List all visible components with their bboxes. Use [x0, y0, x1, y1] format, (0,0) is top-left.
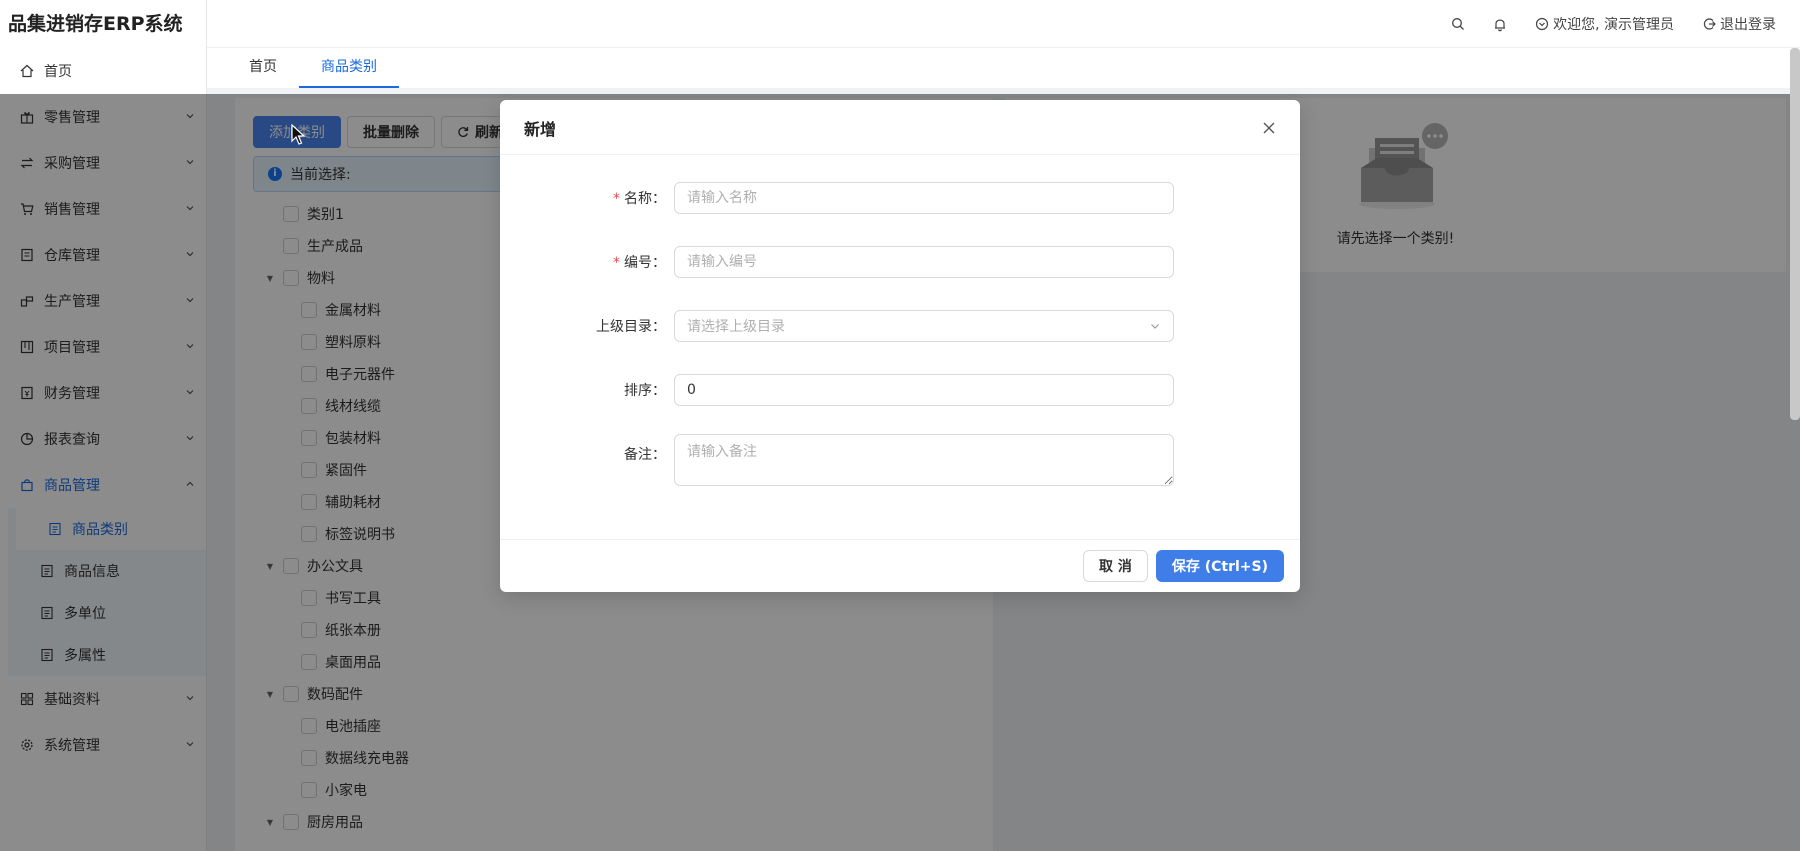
- user-menu[interactable]: 欢迎您, 演示管理员: [1535, 14, 1674, 34]
- logout-button[interactable]: 退出登录: [1702, 14, 1776, 34]
- save-button[interactable]: 保存 (Ctrl+S): [1155, 550, 1284, 582]
- dialog-footer: 取 消 保存 (Ctrl+S): [500, 539, 1300, 592]
- app-title: 品集进销存ERP系统: [8, 13, 183, 35]
- name-input[interactable]: [674, 182, 1174, 214]
- sort-input[interactable]: [674, 374, 1174, 406]
- form-row-name: * 名称：: [500, 182, 1300, 214]
- page-scrollbar[interactable]: [1790, 48, 1800, 420]
- parent-label: 上级目录：: [596, 319, 666, 335]
- name-label: * 名称：: [613, 191, 666, 207]
- chevron-down-icon: [1151, 324, 1159, 329]
- notification-button[interactable]: [1493, 17, 1507, 32]
- search-button[interactable]: [1451, 17, 1465, 31]
- parent-select-placeholder: 请选择上级目录: [687, 319, 785, 335]
- remark-label: 备注：: [624, 447, 666, 463]
- form-row-parent: 上级目录： 请选择上级目录: [500, 310, 1300, 342]
- bell-icon: [1495, 19, 1506, 31]
- check-circle-icon: [1535, 17, 1549, 31]
- tab-goods-category[interactable]: 商品类别: [299, 52, 399, 88]
- add-category-dialog: 新增 *名称： *编号： 上级目录： 请选择上级目录 排序： 备注： 取 消: [500, 100, 1300, 592]
- code-input[interactable]: [674, 246, 1174, 278]
- sort-label: 排序：: [624, 383, 666, 399]
- dialog-title: 新增: [524, 120, 557, 139]
- close-icon[interactable]: [1258, 117, 1280, 139]
- top-header: 欢迎您, 演示管理员 退出登录: [207, 0, 1800, 48]
- home-icon: [20, 64, 34, 78]
- sidebar-item-label: 首页: [44, 64, 72, 80]
- search-icon: [1452, 18, 1465, 30]
- logout-label: 退出登录: [1720, 17, 1776, 33]
- logout-icon: [1703, 18, 1716, 30]
- page-tabs: 首页 商品类别: [207, 48, 1800, 88]
- header-actions: 欢迎您, 演示管理员 退出登录: [1451, 0, 1776, 48]
- mouse-cursor-icon: [291, 124, 306, 145]
- cancel-button[interactable]: 取 消: [1082, 550, 1148, 582]
- code-label: * 编号：: [613, 255, 666, 271]
- form-row-code: * 编号：: [500, 246, 1300, 278]
- form-row-remark: 备注：: [500, 434, 1300, 486]
- welcome-text: 欢迎您, 演示管理员: [1553, 17, 1674, 33]
- remark-textarea[interactable]: [674, 434, 1174, 486]
- parent-select[interactable]: 请选择上级目录: [674, 310, 1174, 342]
- form-row-sort: 排序：: [500, 374, 1300, 406]
- sidebar-item-home[interactable]: 首页: [0, 48, 206, 94]
- tab-home[interactable]: 首页: [227, 52, 299, 88]
- dialog-header: 新增: [500, 100, 1300, 155]
